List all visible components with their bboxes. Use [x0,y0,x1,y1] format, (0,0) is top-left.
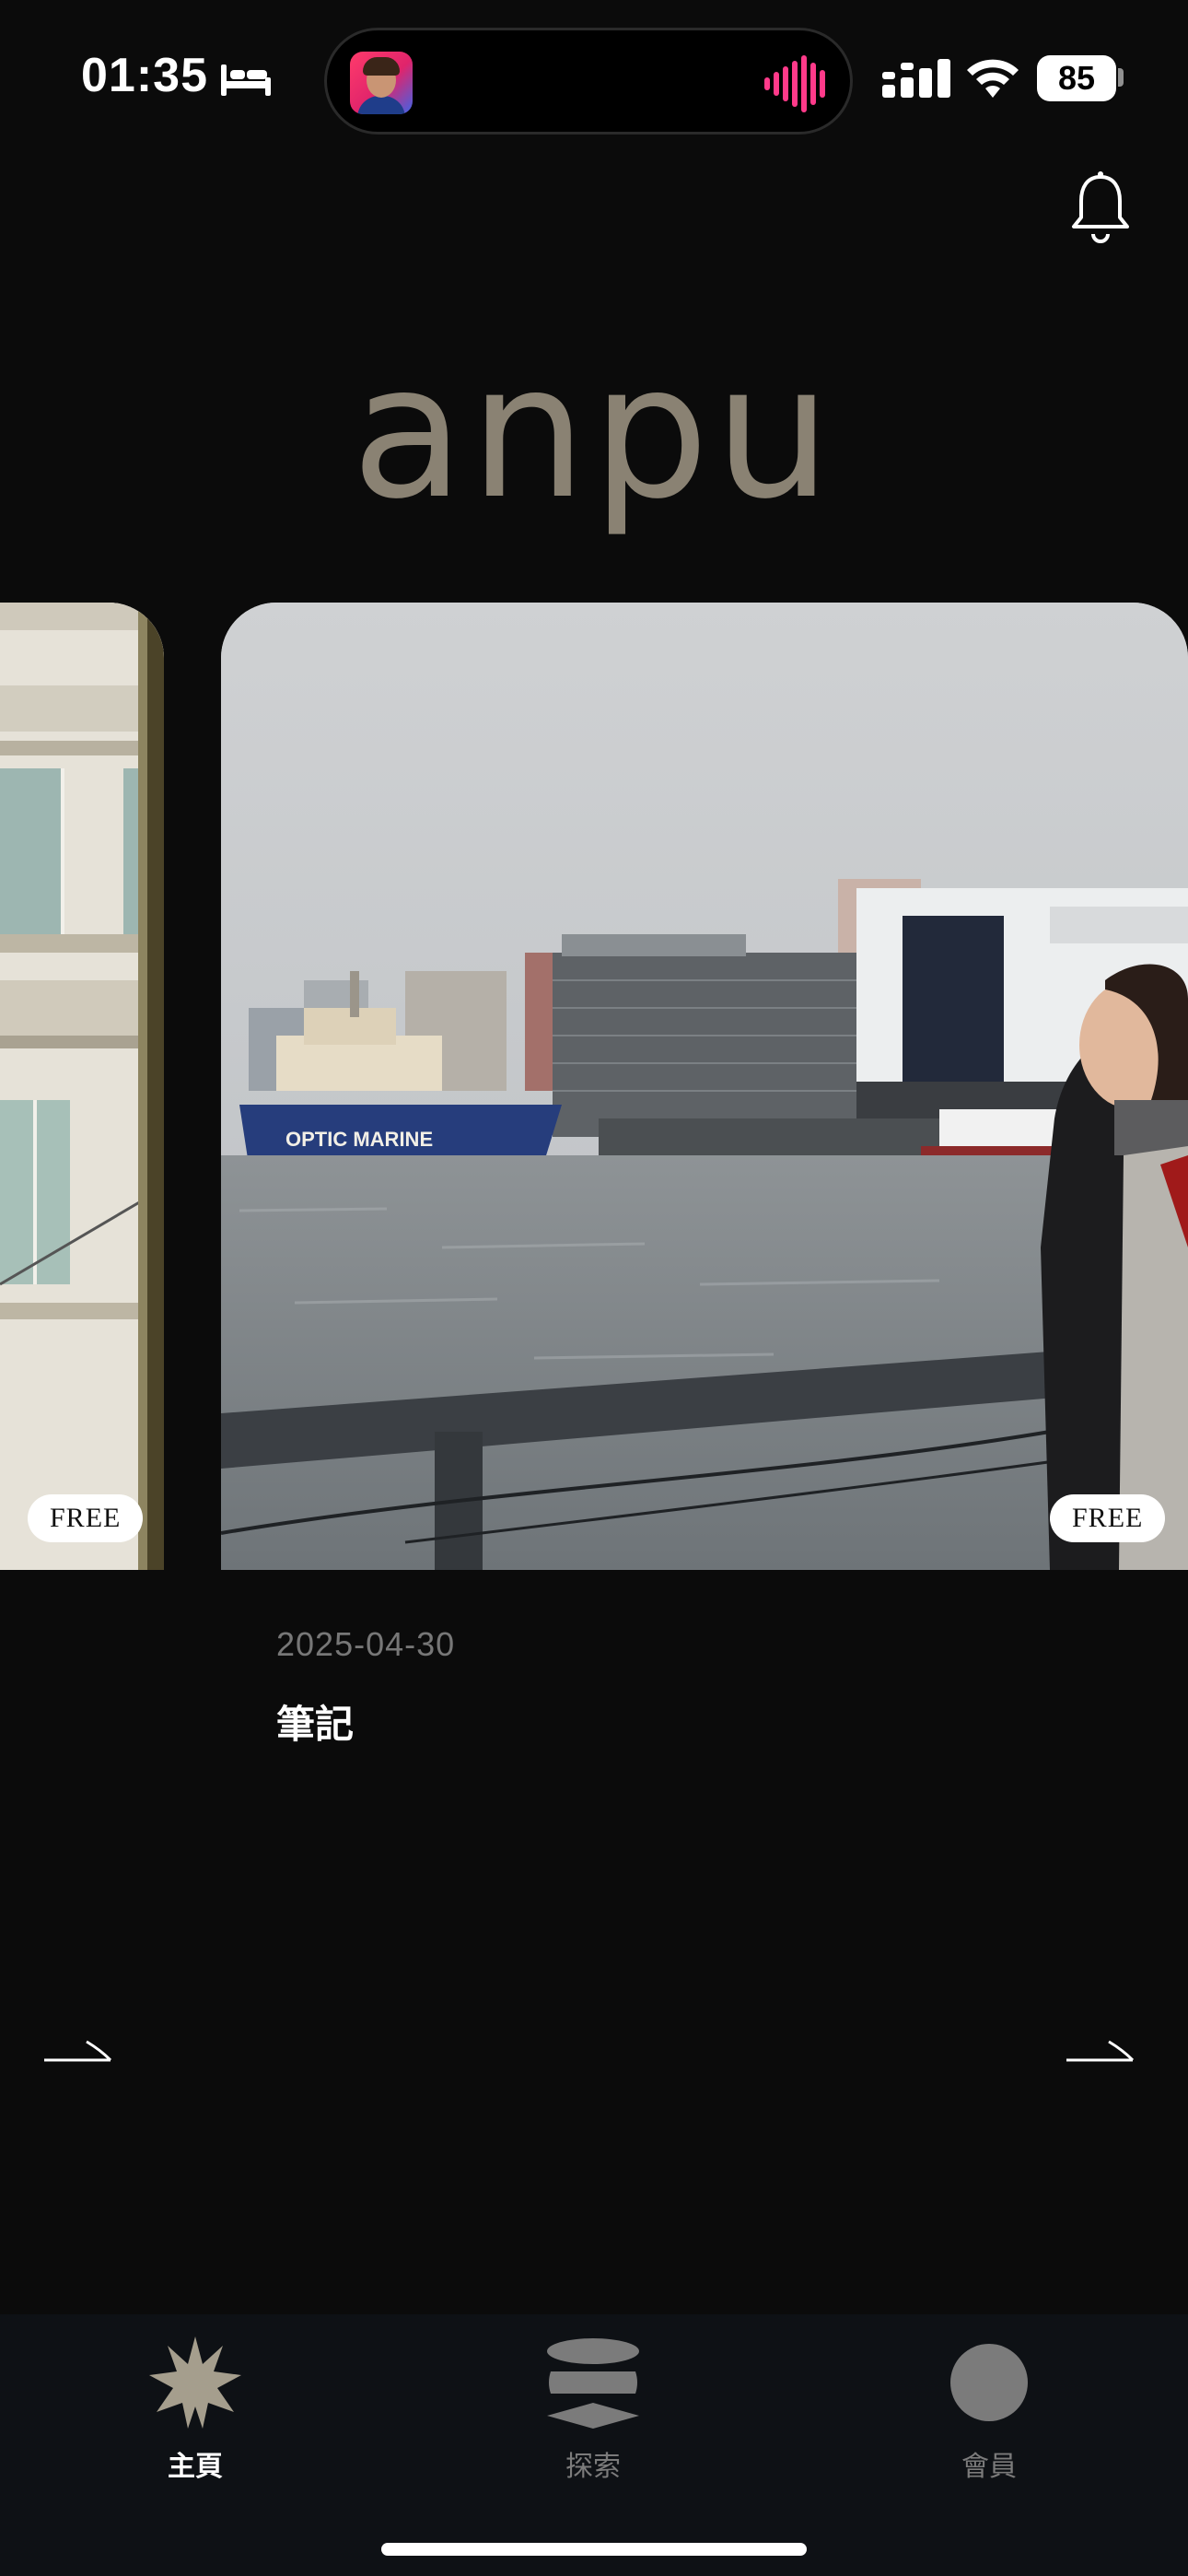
dynamic-island[interactable] [324,28,853,135]
current-card-photo: OPTIC MARINE [221,603,1188,1570]
status-bar: 01:35 85 [0,0,1188,166]
card-date: 2025-04-30 [276,1625,456,1663]
wifi-icon [967,59,1019,98]
battery-tip [1118,68,1124,87]
tab-member[interactable]: 會員 [869,2331,1109,2497]
app-logo: anpu [351,325,837,540]
free-badge: FREE [28,1494,144,1542]
bed-icon [221,64,271,96]
notification-bell-icon[interactable] [1068,171,1133,245]
now-playing-avatar-icon [350,52,413,114]
tab-home-label: 主頁 [168,2452,223,2482]
circle-icon [950,2344,1028,2421]
current-card[interactable]: OPTIC MARINE [221,603,1188,1570]
previous-card-photo [0,603,164,1570]
audio-waveform-icon [764,55,825,112]
layers-icon [547,2338,639,2429]
tab-explore-label: 探索 [565,2452,621,2482]
cellular-signal-icon [882,59,950,98]
tab-home[interactable]: 主頁 [76,2331,315,2497]
battery-level: 85 [1037,55,1116,101]
previous-arrow-icon[interactable] [42,2036,112,2064]
next-arrow-icon[interactable] [1065,2036,1135,2064]
tab-explore[interactable]: 探索 [473,2331,713,2497]
star-burst-icon [149,2336,241,2429]
home-indicator[interactable] [381,2543,807,2556]
free-badge: FREE [1050,1494,1166,1542]
previous-card[interactable] [0,603,164,1570]
card-title: 筆記 [276,1703,355,1746]
svg-text:OPTIC MARINE: OPTIC MARINE [285,1128,433,1151]
status-time: 01:35 [81,49,208,102]
tab-member-label: 會員 [961,2452,1017,2482]
